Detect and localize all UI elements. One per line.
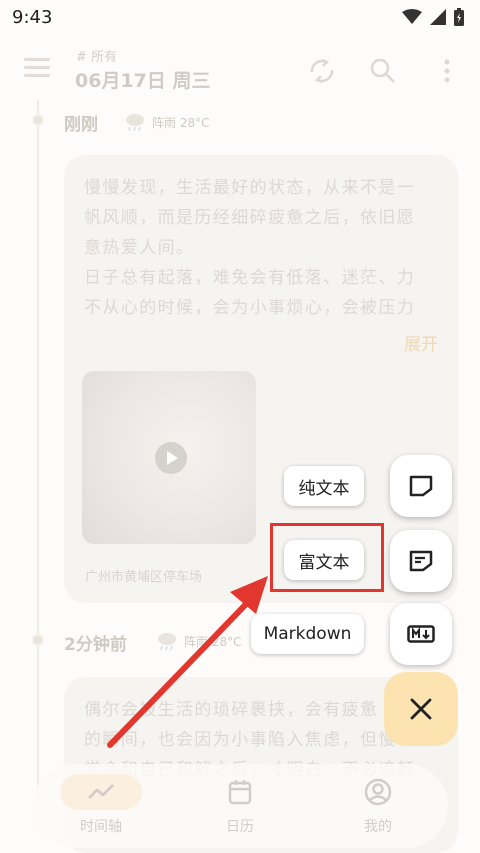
nav-pill [199,774,281,810]
bottom-nav: 时间轴 日历 我的 [32,764,448,848]
nav-pill [337,774,419,810]
nav-profile[interactable]: 我的 [333,774,423,842]
nav-label: 我的 [364,819,392,835]
profile-icon [364,778,392,806]
pointer-arrow [107,576,268,748]
nav-calendar[interactable]: 日历 [195,774,285,842]
nav-label: 日历 [226,819,254,835]
timeline-icon [88,784,114,799]
nav-label: 时间轴 [80,819,122,835]
nav-timeline[interactable]: 时间轴 [56,774,146,842]
nav-pill [60,774,142,810]
calendar-icon [228,780,252,805]
